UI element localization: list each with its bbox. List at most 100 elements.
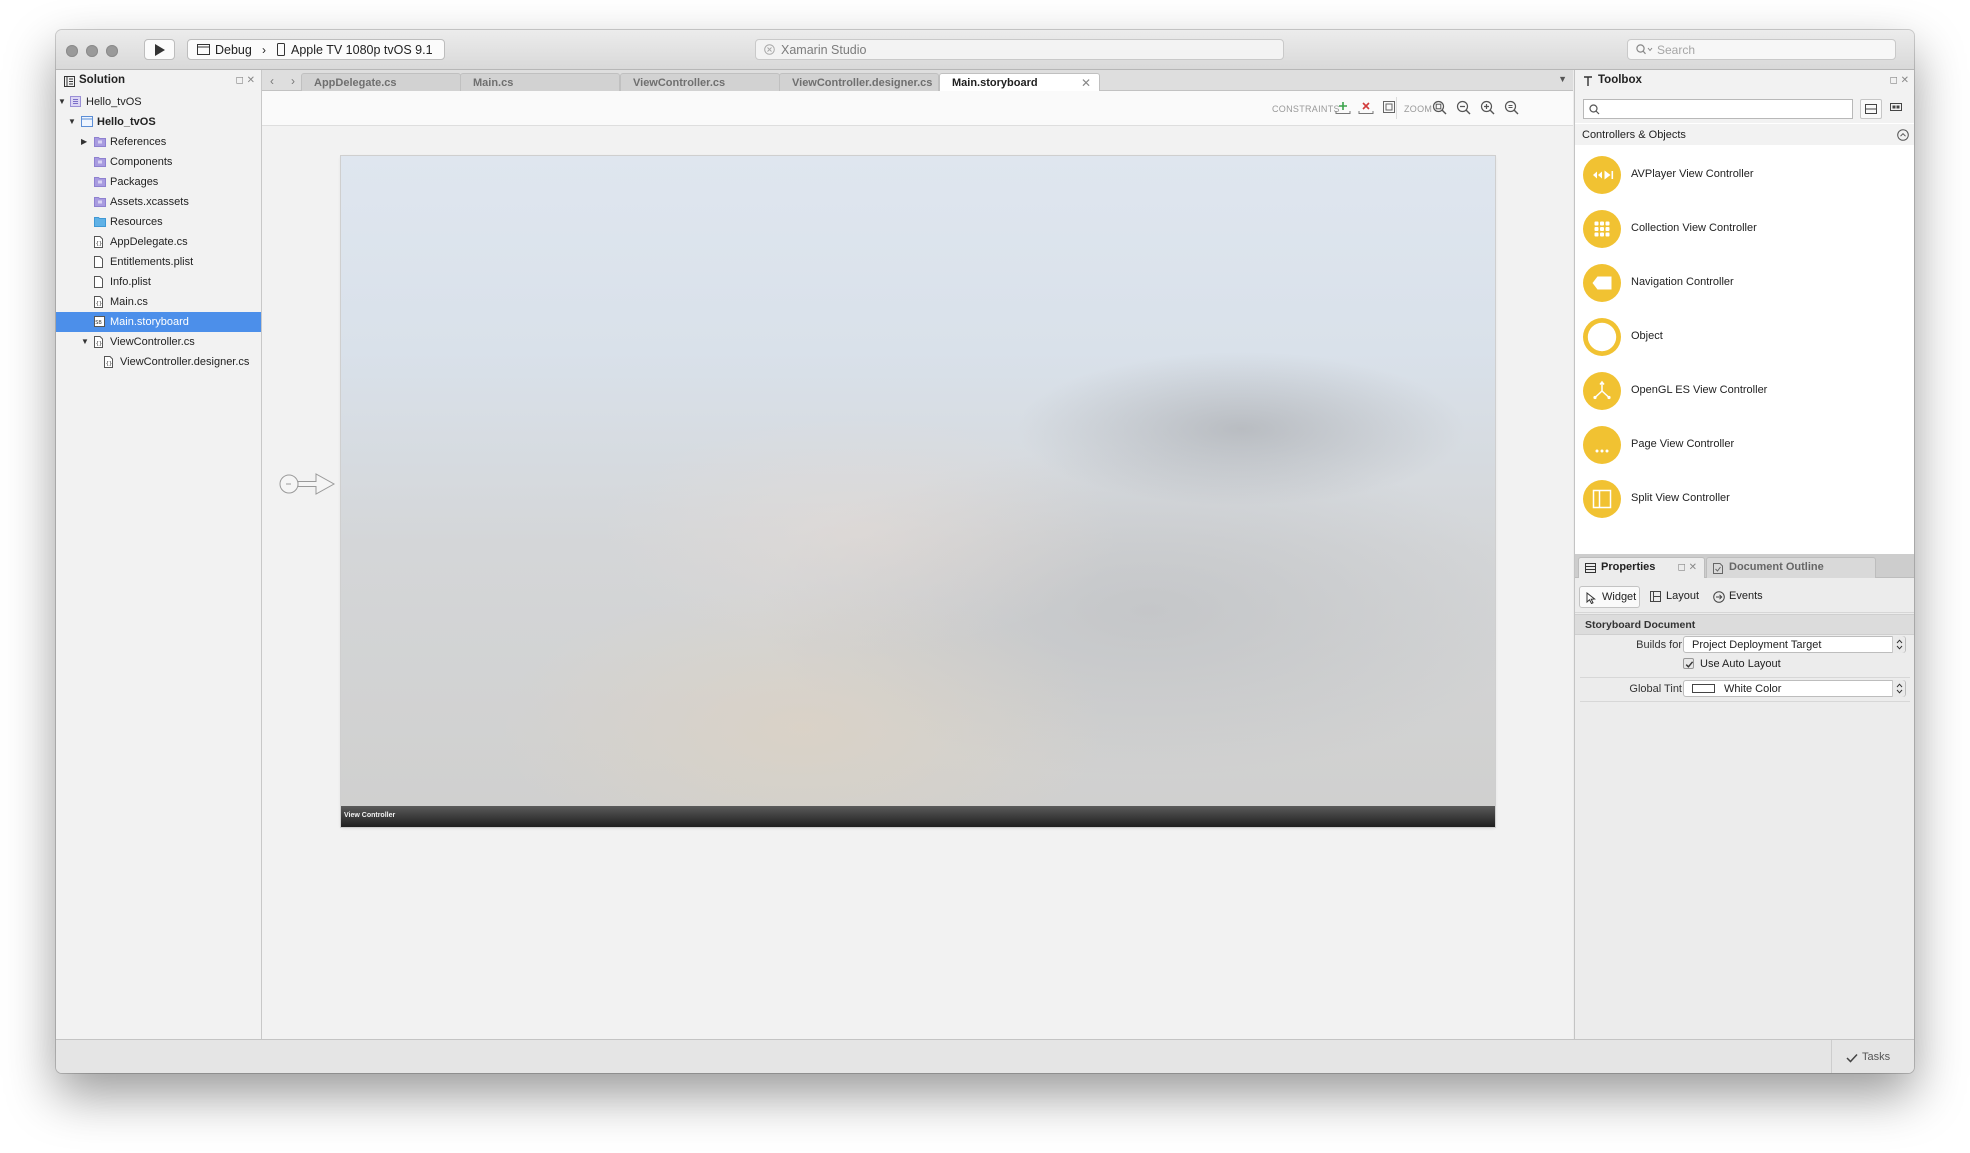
toolbox-item[interactable]: Split View Controller <box>1575 469 1914 523</box>
solution-tree-item-label: Main.cs <box>110 296 148 308</box>
solution-tree-item[interactable]: ▶ References <box>56 132 261 152</box>
frame-icon[interactable] <box>1382 100 1396 114</box>
list-view-toggle[interactable] <box>1860 99 1882 119</box>
toolbox-item-label: Object <box>1631 330 1663 342</box>
builds-for-row: Builds for Project Deployment Target <box>1575 635 1914 655</box>
pad-dock-close-icons[interactable]: ◻ ✕ <box>236 75 255 86</box>
use-auto-layout-checkbox[interactable] <box>1683 658 1694 669</box>
document-tab-label: Main.cs <box>473 77 514 89</box>
tab-document-outline-label: Document Outline <box>1729 561 1824 573</box>
close-window-button[interactable] <box>66 45 78 57</box>
solution-tree-item[interactable]: {} Main.cs <box>56 292 261 312</box>
solution-tree-item[interactable]: {} ViewController.designer.cs <box>56 352 261 372</box>
run-button[interactable] <box>144 39 175 60</box>
tab-document-outline[interactable]: Document Outline <box>1706 557 1876 578</box>
grid-view-icon[interactable] <box>1890 102 1902 112</box>
document-tab[interactable]: AppDelegate.cs <box>301 73 461 91</box>
disclosure-closed-icon[interactable]: ▶ <box>81 138 87 146</box>
initial-controller-arrow-icon[interactable] <box>279 469 337 499</box>
add-constraints-icon[interactable] <box>1335 100 1351 116</box>
folder-purple-icon <box>94 176 106 187</box>
tab-properties[interactable]: Properties ◻ ✕ <box>1578 557 1705 578</box>
minimize-window-button[interactable] <box>86 45 98 57</box>
solution-tree-item[interactable]: ▼ Hello_tvOS <box>56 92 261 112</box>
solution-tree-item-label: Entitlements.plist <box>110 256 194 268</box>
pad-dock-close-icons[interactable]: ◻ ✕ <box>1678 562 1697 573</box>
toolbox-item[interactable]: AVPlayer View Controller <box>1575 145 1914 199</box>
scene-title: View Controller <box>344 812 396 819</box>
solution-tree-item[interactable]: Info.plist <box>56 272 261 292</box>
designer-toolbar: CONSTRAINTS ZOOM <box>262 91 1573 126</box>
zoom-in-icon[interactable] <box>1480 100 1495 115</box>
layout-subtab[interactable]: Layout <box>1644 586 1706 608</box>
toolbox-item[interactable]: Page View Controller <box>1575 415 1914 469</box>
toolbox-header: Toolbox ◻ ✕ <box>1575 70 1914 90</box>
svg-text:{}: {} <box>96 341 103 347</box>
folder-purple-icon <box>94 136 106 147</box>
run-configuration-selector[interactable]: Debug › Apple TV 1080p tvOS 9.1 <box>187 39 445 60</box>
global-search-field[interactable]: Search <box>1627 39 1896 60</box>
document-tab-label: AppDelegate.cs <box>314 77 397 89</box>
close-tab-icon[interactable]: ✕ <box>1081 76 1091 90</box>
scene-background-view[interactable] <box>341 156 1495 806</box>
document-tab-label: ViewController.cs <box>633 77 726 89</box>
pointer-icon <box>1586 592 1596 604</box>
global-tint-select[interactable]: White Color <box>1683 680 1906 697</box>
toolbox-search-input[interactable] <box>1583 99 1853 119</box>
toolbox-item[interactable]: Collection View Controller <box>1575 199 1914 253</box>
collapse-category-icon[interactable] <box>1897 129 1909 141</box>
disclosure-open-icon[interactable]: ▼ <box>58 98 66 106</box>
pad-dock-close-icons[interactable]: ◻ ✕ <box>1890 75 1909 86</box>
scene-dock-bar[interactable]: View Controller <box>341 806 1495 827</box>
events-subtab[interactable]: Events <box>1707 586 1769 608</box>
property-group-title: Storyboard Document <box>1585 619 1696 631</box>
document-tab[interactable]: Main.storyboard ✕ <box>939 73 1100 92</box>
solution-tree-item[interactable]: Assets.xcassets <box>56 192 261 212</box>
zoom-fit-icon[interactable] <box>1432 100 1447 115</box>
folder-blue-icon <box>94 216 106 227</box>
checkmark-icon <box>1685 661 1694 668</box>
remove-constraints-icon[interactable] <box>1358 100 1374 116</box>
solution-tree-item[interactable]: Entitlements.plist <box>56 252 261 272</box>
solution-tree-item[interactable]: SB Main.storyboard <box>56 312 261 332</box>
solution-tree-item[interactable]: Packages <box>56 172 261 192</box>
zoom-window-button[interactable] <box>106 45 118 57</box>
property-separator <box>1580 701 1910 702</box>
solution-tree-item[interactable]: ▼ {} ViewController.cs <box>56 332 261 352</box>
solution-tree-item[interactable]: Resources <box>56 212 261 232</box>
toolbox-item[interactable]: OpenGL ES View Controller <box>1575 361 1914 415</box>
properties-subtabs: Widget Layout Events <box>1575 578 1914 613</box>
status-title-box: Xamarin Studio <box>755 39 1284 60</box>
zoom-label: ZOOM <box>1404 104 1433 114</box>
document-tab[interactable]: ViewController.cs <box>620 73 780 91</box>
zoom-actual-size-icon[interactable] <box>1504 100 1519 115</box>
disclosure-open-icon[interactable]: ▼ <box>68 118 76 126</box>
storyboard-canvas[interactable]: View Controller <box>262 126 1573 1039</box>
toolbox-item[interactable]: Object <box>1575 307 1914 361</box>
toolbox-category-label: Controllers & Objects <box>1582 129 1686 141</box>
tab-properties-label: Properties <box>1601 561 1656 573</box>
layout-icon <box>1650 591 1661 602</box>
toolbox-item[interactable]: Navigation Controller <box>1575 253 1914 307</box>
document-tab[interactable]: ViewController.designer.cs <box>779 73 939 91</box>
folder-purple-icon <box>94 196 106 207</box>
toolbox-category-header[interactable]: Controllers & Objects <box>1575 124 1914 145</box>
forward-arrow-icon[interactable]: › <box>291 74 295 88</box>
widget-subtab[interactable]: Widget <box>1579 586 1640 608</box>
view-controller-scene[interactable]: View Controller <box>341 156 1495 827</box>
solution-tree-item[interactable]: Components <box>56 152 261 172</box>
back-arrow-icon[interactable]: ‹ <box>270 74 274 88</box>
tasks-button[interactable]: Tasks <box>1831 1040 1914 1073</box>
builds-for-select[interactable]: Project Deployment Target <box>1683 636 1906 653</box>
window-toolbar: Debug › Apple TV 1080p tvOS 9.1 Xamarin … <box>56 30 1914 70</box>
zoom-out-icon[interactable] <box>1456 100 1471 115</box>
solution-tree-item[interactable]: {} AppDelegate.cs <box>56 232 261 252</box>
cs-file-icon: {} <box>104 356 113 368</box>
opengl-icon <box>1583 372 1621 410</box>
solution-tree-item-label: Main.storyboard <box>110 316 189 328</box>
tab-list-dropdown-icon[interactable]: ▼ <box>1558 74 1567 84</box>
disclosure-open-icon[interactable]: ▼ <box>81 338 89 346</box>
document-tab[interactable]: Main.cs <box>460 73 620 91</box>
solution-tree-item[interactable]: ▼ Hello_tvOS <box>56 112 261 132</box>
use-auto-layout-label: Use Auto Layout <box>1700 658 1781 670</box>
